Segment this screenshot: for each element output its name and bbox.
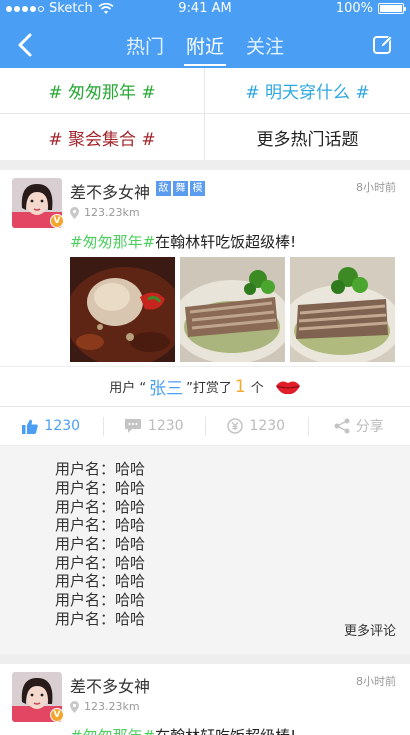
tab-nearby[interactable]: 附近 [183,30,226,66]
verified-badge-icon: V [50,708,64,722]
reward-middle: ”打赏了 [186,381,232,396]
comment-item[interactable]: 用户名：哈哈 [55,516,145,534]
feed-tabs: 热门 附近 关注 [0,30,410,66]
comment-item[interactable]: 用户名：哈哈 [55,460,145,478]
battery-icon [378,3,406,14]
user-tag: 舞 [173,181,188,196]
post-text: #匆匆那年#在翰林轩吃饭超级棒! [70,231,296,252]
nav-header: Sketch 9:41 AM 100% 热门 附近 关注 [0,0,410,68]
reward-count: 1 [234,376,246,397]
thumbs-up-icon [22,419,39,434]
author-name[interactable]: 差不多女神 [70,179,150,203]
distance-text: 123.23km [84,206,140,219]
location-pin-icon [70,700,79,713]
post-location: 123.23km [70,700,140,713]
post-time: 8小时前 [356,181,396,194]
topic-3[interactable]: # 聚会集合 # [0,114,205,160]
reward-info: 用户 “ 张三 ”打赏了 1 个 [0,366,410,406]
reward-prefix: 用户 “ [109,381,147,396]
share-button[interactable]: 分享 [307,407,410,445]
tab-hot[interactable]: 热门 [124,30,166,66]
reward-button[interactable]: 1230 [205,407,308,445]
post-photo-beef[interactable] [290,257,395,362]
like-button[interactable]: 1230 [0,407,103,445]
location-pin-icon [70,206,79,219]
post-text: #匆匆那年#在翰林轩吃饭超级棒! [70,725,296,735]
comment-item[interactable]: 用户名：哈哈 [55,535,145,553]
share-label: 分享 [355,419,384,435]
comment-item[interactable]: 用户名：哈哈 [55,498,145,516]
tab-following[interactable]: 关注 [244,30,286,66]
lips-icon [275,381,300,394]
reward-unit: 个 [250,381,264,396]
comment-item[interactable]: 用户名：哈哈 [55,610,145,628]
topic-1[interactable]: # 匆匆那年 # [0,68,205,114]
reward-user[interactable]: 张三 [149,374,183,399]
comment-item[interactable]: 用户名：哈哈 [55,479,145,497]
more-comments-link[interactable]: 更多评论 [344,620,396,639]
reward-count-total: 1230 [249,418,286,434]
verified-badge-icon: V [50,214,64,228]
comment-icon [124,419,141,433]
battery-status: 100% [335,1,406,16]
status-bar: Sketch 9:41 AM 100% [0,0,410,18]
post-photo-beef[interactable] [180,257,285,362]
post-hashtag[interactable]: #匆匆那年# [70,233,155,251]
comment-list: 用户名：哈哈 用户名：哈哈 用户名：哈哈 用户名：哈哈 用户名：哈哈 用户名：哈… [0,446,410,654]
hot-topics-grid: # 匆匆那年 # # 明天穿什么 # # 聚会集合 # 更多热门话题 [0,68,410,160]
post-hashtag[interactable]: #匆匆那年# [70,727,155,735]
comment-item[interactable]: 用户名：哈哈 [55,572,145,590]
comment-item[interactable]: 用户名：哈哈 [55,591,145,609]
coin-icon [227,418,244,434]
post-location: 123.23km [70,206,140,219]
post-photos [70,257,395,362]
comment-button[interactable]: 1230 [102,407,206,445]
post-card: V 差不多女神 敌 舞 模 8小时前 123.23km #匆匆那年#在翰林轩吃饭… [0,170,410,445]
post-photo-soup[interactable] [70,257,175,362]
comment-item[interactable]: 用户名：哈哈 [55,554,145,572]
like-count: 1230 [44,418,81,434]
user-tag: 敌 [156,181,171,196]
user-tag: 模 [190,181,205,196]
post-card: V 差不多女神 8小时前 123.23km #匆匆那年#在翰林轩吃饭超级棒! [0,664,410,735]
share-icon [334,418,350,434]
post-body: 在翰林轩吃饭超级棒! [155,233,297,251]
edit-icon[interactable] [372,34,394,56]
post-body: 在翰林轩吃饭超级棒! [155,727,296,735]
author-name[interactable]: 差不多女神 [70,673,150,697]
distance-text: 123.23km [84,700,140,713]
battery-percent: 100% [335,1,373,16]
comment-count: 1230 [147,418,184,434]
user-tags: 敌 舞 模 [156,181,205,196]
post-actions: 1230 1230 1230 分享 [0,406,410,445]
more-topics-link[interactable]: 更多热门话题 [205,114,410,160]
topic-2[interactable]: # 明天穿什么 # [205,68,410,114]
post-time: 8小时前 [356,675,396,688]
